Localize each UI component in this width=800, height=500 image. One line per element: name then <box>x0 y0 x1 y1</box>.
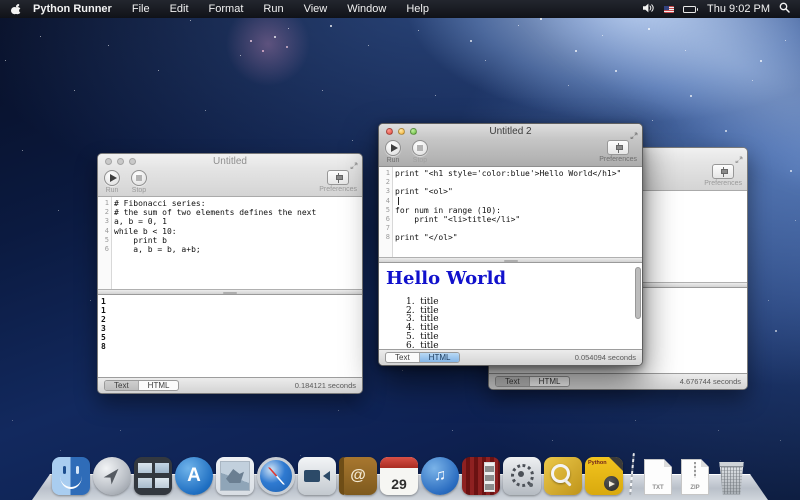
menu-bar: Python Runner File Edit Format Run View … <box>0 0 800 18</box>
text-view-button[interactable]: Text <box>105 381 138 390</box>
menu-file[interactable]: File <box>122 3 160 15</box>
dock-separator <box>629 453 635 495</box>
calendar-icon[interactable]: 29 <box>380 457 418 495</box>
zip-archive-icon[interactable]: ZIP <box>681 459 709 495</box>
text-view-button[interactable]: Text <box>386 353 419 362</box>
close-button[interactable] <box>105 158 112 165</box>
itunes-icon[interactable]: ♫ <box>421 457 459 495</box>
bottom-bar: Text HTML 0.184121 seconds <box>98 377 362 393</box>
list-item: 5. title <box>406 333 642 342</box>
list-item: 6. title <box>406 342 642 349</box>
dock-icons: A @ 29 ♫ Python TXT ZIP <box>50 453 750 500</box>
spotlight-icon[interactable] <box>779 2 790 16</box>
preferences-button[interactable]: Preferences <box>319 170 357 193</box>
preferences-button[interactable]: Preferences <box>599 140 637 163</box>
photo-booth-icon[interactable] <box>462 457 500 495</box>
menu-left: Python Runner File Edit Format Run View … <box>0 3 439 16</box>
desktop: Python Runner File Edit Format Run View … <box>0 0 800 500</box>
html-view-button[interactable]: HTML <box>138 381 179 390</box>
titlebar[interactable]: Untitled <box>98 154 362 169</box>
launchpad-icon[interactable] <box>93 457 131 495</box>
preferences-icon <box>712 164 734 179</box>
address-book-icon[interactable]: @ <box>339 457 377 495</box>
list-item: 4. title <box>406 324 642 333</box>
menu-run[interactable]: Run <box>253 3 293 15</box>
apple-menu-icon[interactable] <box>0 3 31 16</box>
python-runner-icon[interactable]: Python <box>585 457 623 495</box>
run-button[interactable]: Run <box>104 170 120 194</box>
dock: A @ 29 ♫ Python TXT ZIP <box>50 453 750 500</box>
elapsed-time: 0.184121 seconds <box>295 381 356 390</box>
stop-button[interactable]: Stop <box>131 170 147 194</box>
menu-status-area: Thu 9:02 PM <box>642 2 800 16</box>
code-editor[interactable]: 1print "<h1 style='color:blue'>Hello Wor… <box>379 167 642 257</box>
html-output-area[interactable]: Hello World 1. title 2. title 3. title 4… <box>379 263 642 349</box>
toolbar: Run Stop Preferences <box>379 139 642 167</box>
facetime-icon[interactable] <box>298 457 336 495</box>
window-untitled[interactable]: Untitled Run Stop Preferences 1# Fibonac… <box>97 153 363 394</box>
stop-button[interactable]: Stop <box>412 140 428 164</box>
preferences-icon <box>607 140 629 155</box>
html-view-button[interactable]: HTML <box>529 377 570 386</box>
titlebar[interactable]: Untitled 2 <box>379 124 642 139</box>
app-store-icon[interactable]: A <box>175 457 213 495</box>
list-item: 3. title <box>406 315 642 324</box>
elapsed-time: 4.676744 seconds <box>680 377 741 386</box>
menu-clock[interactable]: Thu 9:02 PM <box>707 3 770 15</box>
menu-format[interactable]: Format <box>199 3 254 15</box>
menu-help[interactable]: Help <box>396 3 439 15</box>
bottom-bar: Text HTML 4.676744 seconds <box>489 373 747 389</box>
input-language-flag-icon[interactable] <box>664 6 674 13</box>
preferences-icon <box>327 170 349 185</box>
scrollbar-thumb[interactable] <box>635 267 641 319</box>
close-button[interactable] <box>386 128 393 135</box>
finder-icon[interactable] <box>52 457 90 495</box>
menu-edit[interactable]: Edit <box>160 3 199 15</box>
rendered-ordered-list: 1. title 2. title 3. title 4. title 5. t… <box>379 298 642 349</box>
view-mode-segmented-control: Text HTML <box>495 376 570 387</box>
view-mode-segmented-control: Text HTML <box>385 352 460 363</box>
window-title: Untitled <box>148 156 312 167</box>
rendered-h1: Hello World <box>379 263 642 289</box>
zoom-button[interactable] <box>129 158 136 165</box>
txt-document-icon[interactable]: TXT <box>644 459 672 495</box>
active-app-name[interactable]: Python Runner <box>31 3 122 15</box>
finder-utility-icon[interactable] <box>544 457 582 495</box>
window-controls <box>105 158 136 165</box>
html-view-button[interactable]: HTML <box>419 353 460 362</box>
text-view-button[interactable]: Text <box>496 377 529 386</box>
output-area[interactable]: 1 1 2 3 5 8 <box>98 295 362 377</box>
window-title: Untitled 2 <box>429 126 592 137</box>
preferences-button[interactable]: Preferences <box>704 164 742 187</box>
battery-icon[interactable] <box>683 6 699 13</box>
bottom-bar: Text HTML 0.054094 seconds <box>379 349 642 365</box>
safari-icon[interactable] <box>257 457 295 495</box>
zoom-button[interactable] <box>410 128 417 135</box>
trash-icon[interactable] <box>717 462 746 495</box>
code-editor[interactable]: 1# Fibonacci series: 2# the sum of two e… <box>98 197 362 289</box>
minimize-button[interactable] <box>117 158 124 165</box>
mail-icon[interactable] <box>216 457 254 495</box>
system-preferences-icon[interactable] <box>503 457 541 495</box>
minimize-button[interactable] <box>398 128 405 135</box>
list-item: 2. title <box>406 307 642 316</box>
mission-control-icon[interactable] <box>134 457 172 495</box>
list-item: 1. title <box>406 298 642 307</box>
menu-window[interactable]: Window <box>337 3 396 15</box>
menu-view[interactable]: View <box>294 3 338 15</box>
volume-icon[interactable] <box>642 3 655 16</box>
text-cursor <box>398 197 399 205</box>
toolbar: Run Stop Preferences <box>98 169 362 197</box>
elapsed-time: 0.054094 seconds <box>575 353 636 362</box>
window-untitled-2[interactable]: Untitled 2 Run Stop Preferences 1print "… <box>378 123 643 366</box>
window-controls <box>386 128 417 135</box>
run-button[interactable]: Run <box>385 140 401 164</box>
view-mode-segmented-control: Text HTML <box>104 380 179 391</box>
play-badge-icon <box>604 476 619 491</box>
